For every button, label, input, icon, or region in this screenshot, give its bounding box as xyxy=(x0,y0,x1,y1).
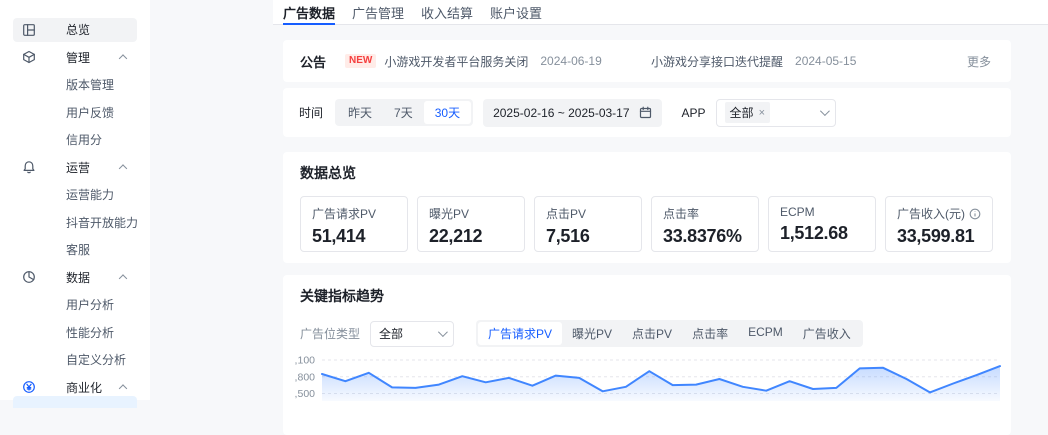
top-tabbar: 广告数据 广告管理 收入结算 账户设置 xyxy=(273,0,1048,25)
trend-title: 关键指标趋势 xyxy=(300,286,994,306)
svg-text:1,800: 1,800 xyxy=(295,371,315,383)
sidebar-group-operation[interactable]: 运营 xyxy=(0,154,150,182)
tab-ad-manage[interactable]: 广告管理 xyxy=(352,0,404,24)
time-filter-label: 时间 xyxy=(299,104,323,121)
sidebar-group-data[interactable]: 数据 xyxy=(0,264,150,292)
time-range-segmented: 昨天 7天 30天 xyxy=(335,99,473,126)
chevron-up-icon xyxy=(119,55,127,63)
info-icon[interactable] xyxy=(969,208,981,220)
sidebar: 总览 管理 版本管理 用户反馈 信用分 运营 运营能力 抖音开放能力 客服 数据 xyxy=(0,0,150,400)
stat-ctr: 点击率 33.8376% xyxy=(651,196,759,252)
sidebar-item-version-manage[interactable]: 版本管理 xyxy=(0,71,150,99)
sidebar-item-label: 总览 xyxy=(66,21,90,38)
stat-ad-request-pv: 广告请求PV 51,414 xyxy=(300,196,408,252)
cube-icon xyxy=(22,50,36,64)
grid-icon xyxy=(22,23,36,37)
sidebar-item-user-analysis[interactable]: 用户分析 xyxy=(0,291,150,319)
app-filter-label: APP xyxy=(682,106,706,120)
sidebar-item-partial-selected[interactable] xyxy=(13,396,137,408)
filter-card: 时间 昨天 7天 30天 2025-02-16 ~ 2025-03-17 APP… xyxy=(283,88,1011,137)
new-badge: NEW xyxy=(345,54,376,68)
announcement-link-2[interactable]: 小游戏分享接口迭代提醒 xyxy=(651,53,783,70)
sidebar-item-user-feedback[interactable]: 用户反馈 xyxy=(0,99,150,127)
trend-line-chart[interactable]: 2,100 1,800 1,500 xyxy=(295,339,1001,401)
chevron-up-icon xyxy=(119,165,127,173)
app-select-tag: 全部 × xyxy=(725,102,770,123)
announcement-date-2: 2024-05-15 xyxy=(795,54,856,68)
sidebar-item-credit-score[interactable]: 信用分 xyxy=(0,126,150,154)
pie-icon xyxy=(22,270,36,284)
sidebar-item-customer-service[interactable]: 客服 xyxy=(0,236,150,264)
tab-account-settings[interactable]: 账户设置 xyxy=(490,0,542,24)
stat-ecpm: ECPM 1,512.68 xyxy=(768,196,876,252)
tab-ad-data[interactable]: 广告数据 xyxy=(283,0,335,24)
tab-income-settlement[interactable]: 收入结算 xyxy=(421,0,473,24)
trend-card: 关键指标趋势 广告位类型 全部 广告请求PV 曝光PV 点击PV 点击率 ECP… xyxy=(283,275,1011,435)
sidebar-item-custom-analysis[interactable]: 自定义分析 xyxy=(0,346,150,374)
svg-text:2,100: 2,100 xyxy=(295,355,315,367)
announcement-date-1: 2024-06-19 xyxy=(540,54,601,68)
bell-icon xyxy=(22,160,36,174)
sidebar-item-operation-ability[interactable]: 运营能力 xyxy=(0,181,150,209)
more-link[interactable]: 更多 xyxy=(967,53,991,70)
app-select[interactable]: 全部 × xyxy=(716,99,836,127)
range-yesterday-button[interactable]: 昨天 xyxy=(337,101,383,124)
data-overview-card: 数据总览 广告请求PV 51,414 曝光PV 22,212 点击PV 7,51… xyxy=(283,152,1011,263)
sidebar-item-douyin-open-ability[interactable]: 抖音开放能力 xyxy=(0,209,150,237)
announcement-card: 公告 NEW 小游戏开发者平台服务关闭 2024-06-19 小游戏分享接口迭代… xyxy=(283,40,1011,82)
range-7d-button[interactable]: 7天 xyxy=(383,101,424,124)
sidebar-group-label: 管理 xyxy=(66,49,90,66)
chevron-down-icon xyxy=(438,327,448,337)
calendar-icon xyxy=(639,106,652,119)
stat-impression-pv: 曝光PV 22,212 xyxy=(417,196,525,252)
chevron-up-icon xyxy=(119,275,127,283)
announcement-link-1[interactable]: 小游戏开发者平台服务关闭 xyxy=(384,53,528,70)
overview-title: 数据总览 xyxy=(300,163,994,183)
stat-ad-revenue: 广告收入(元) 33,599.81 xyxy=(885,196,993,252)
date-range-picker[interactable]: 2025-02-16 ~ 2025-03-17 xyxy=(483,99,661,127)
sidebar-group-manage[interactable]: 管理 xyxy=(0,44,150,72)
stat-click-pv: 点击PV 7,516 xyxy=(534,196,642,252)
close-icon[interactable]: × xyxy=(759,108,765,118)
date-range-value: 2025-02-16 ~ 2025-03-17 xyxy=(493,106,629,120)
sidebar-item-performance-analysis[interactable]: 性能分析 xyxy=(0,319,150,347)
chevron-down-icon xyxy=(820,106,830,116)
stats-row: 广告请求PV 51,414 曝光PV 22,212 点击PV 7,516 点击率… xyxy=(300,196,994,252)
coin-icon xyxy=(22,380,36,394)
sidebar-item-overview[interactable]: 总览 xyxy=(0,16,150,44)
svg-text:1,500: 1,500 xyxy=(295,388,315,400)
range-30d-button[interactable]: 30天 xyxy=(424,101,471,124)
announcement-title: 公告 xyxy=(300,52,326,71)
chevron-up-icon xyxy=(119,385,127,393)
